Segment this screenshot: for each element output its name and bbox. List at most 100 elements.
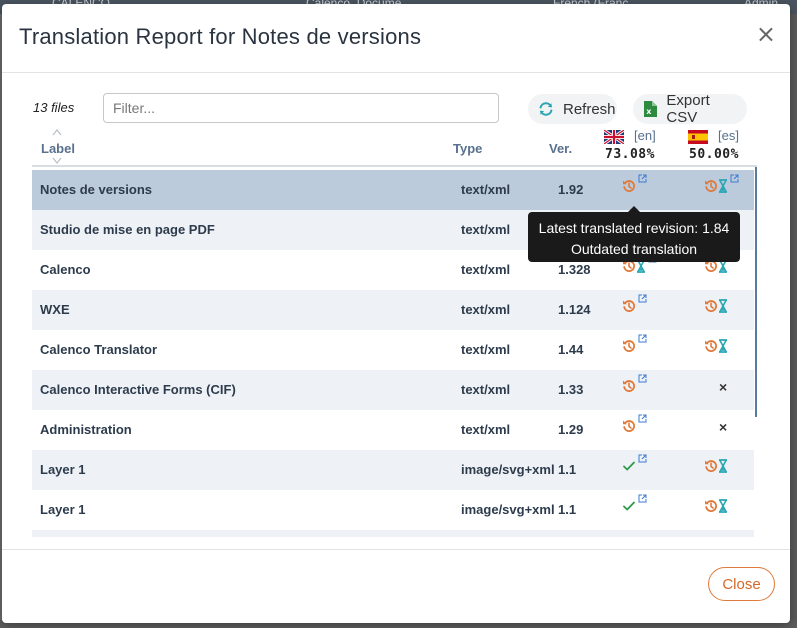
row-version: 1.44: [558, 342, 584, 357]
external-link-icon[interactable]: [638, 414, 647, 423]
history-icon[interactable]: [622, 299, 636, 313]
history-icon[interactable]: [704, 179, 718, 193]
hourglass-icon[interactable]: [718, 179, 728, 193]
table-row[interactable]: WXE text/xml 1.124: [32, 290, 754, 330]
table-row[interactable]: Calenco Interactive Forms (CIF) text/xml 1…: [32, 370, 754, 410]
row-status-es: [704, 174, 744, 201]
spain-flag-icon: [688, 130, 708, 144]
row-version: 1.29: [558, 422, 584, 437]
modal-title: Translation Report for Notes de versions: [19, 24, 422, 49]
row-status-en: [622, 374, 662, 401]
table-row[interactable]: Layer 1 image/svg+xml 1.1: [32, 450, 754, 490]
row-version: 1.124: [558, 302, 591, 317]
hourglass-icon[interactable]: [718, 339, 728, 353]
row-status-en: [622, 254, 662, 281]
history-icon[interactable]: [704, 499, 718, 513]
row-type: text/xml: [461, 222, 511, 237]
row-version: 1.92: [558, 182, 584, 197]
hourglass-icon[interactable]: [718, 459, 728, 473]
modal-header: Translation Report for Notes de versions…: [2, 4, 790, 73]
language-percent-en: 73.08%: [605, 147, 655, 162]
row-label: Notes de versions: [40, 182, 152, 197]
translation-tooltip: Latest translated revision: 1.84 Outdate…: [528, 206, 740, 262]
svg-text:x: x: [646, 107, 652, 116]
table-row[interactable]: Layer 1 image/svg+xml 1.1: [32, 490, 754, 530]
row-type: image/svg+xml: [461, 502, 555, 517]
history-icon[interactable]: [622, 379, 636, 393]
history-icon[interactable]: [622, 179, 636, 193]
hourglass-icon[interactable]: [718, 299, 728, 313]
row-label: Layer 1: [40, 462, 86, 477]
close-icon[interactable]: ×: [756, 22, 776, 46]
refresh-label: Refresh: [563, 100, 616, 118]
table-row[interactable]: Administration text/xml 1.29 ×: [32, 410, 754, 450]
row-type: text/xml: [461, 182, 511, 197]
export-csv-button[interactable]: x Export CSV: [633, 92, 747, 126]
row-label: Administration: [40, 422, 132, 437]
external-link-icon[interactable]: [638, 454, 647, 463]
tooltip-status: Outdated translation: [570, 241, 698, 257]
row-status-es: [704, 459, 744, 481]
history-icon[interactable]: [704, 299, 718, 313]
row-status-en: [622, 494, 662, 521]
row-status-es: [704, 339, 744, 361]
uk-flag-icon: [604, 130, 624, 144]
external-link-icon[interactable]: [638, 174, 647, 183]
row-label: Calenco Interactive Forms (CIF): [40, 382, 236, 397]
missing-icon: ×: [719, 379, 728, 395]
row-status-es: ×: [704, 419, 744, 441]
row-type: text/xml: [461, 302, 511, 317]
history-icon[interactable]: [622, 339, 636, 353]
language-code-en: [en]: [634, 128, 656, 143]
history-icon[interactable]: [704, 339, 718, 353]
row-status-en: [622, 414, 662, 441]
row-label: Layer 1: [40, 502, 86, 517]
external-link-icon[interactable]: [730, 174, 739, 183]
column-header-label[interactable]: Label: [41, 141, 75, 156]
row-type: text/xml: [461, 382, 511, 397]
row-status-en: [622, 294, 662, 321]
row-status-en: [622, 334, 662, 361]
background-right-edge: [789, 14, 797, 628]
close-button[interactable]: Close: [708, 567, 775, 601]
files-count: 13 files: [33, 100, 75, 115]
row-version: 1.33: [558, 382, 584, 397]
external-link-icon[interactable]: [638, 494, 647, 503]
table-row[interactable]: [32, 530, 754, 537]
row-type: text/xml: [461, 262, 511, 277]
row-type: text/xml: [461, 422, 511, 437]
column-header-version[interactable]: Ver.: [549, 141, 572, 156]
export-label: Export CSV: [666, 92, 710, 126]
modal-footer: Close: [2, 549, 790, 619]
row-type: text/xml: [461, 342, 511, 357]
history-icon[interactable]: [622, 419, 636, 433]
external-link-icon[interactable]: [638, 334, 647, 343]
table-scrollbar[interactable]: [755, 167, 757, 417]
row-label: Calenco: [40, 262, 91, 277]
column-header-type[interactable]: Type: [453, 141, 482, 156]
row-status-es: [704, 259, 744, 281]
refresh-button[interactable]: Refresh: [528, 94, 617, 124]
missing-icon: ×: [719, 419, 728, 435]
row-version: 1.328: [558, 262, 591, 277]
hourglass-icon[interactable]: [718, 499, 728, 513]
sort-up-icon[interactable]: [52, 128, 62, 136]
sort-down-icon[interactable]: [52, 157, 62, 165]
history-icon[interactable]: [704, 459, 718, 473]
refresh-icon: [538, 101, 554, 117]
external-link-icon[interactable]: [638, 374, 647, 383]
row-version: 1.1: [558, 502, 577, 517]
row-type: image/svg+xml: [461, 462, 555, 477]
row-version: 1.1: [558, 462, 577, 477]
row-label: Calenco Translator: [40, 342, 158, 357]
row-status-es: [704, 499, 744, 521]
external-link-icon[interactable]: [638, 294, 647, 303]
check-icon[interactable]: [622, 459, 636, 473]
table-row[interactable]: Notes de versions text/xml 1.92: [32, 170, 754, 210]
language-percent-es: 50.00%: [689, 147, 739, 162]
table-row[interactable]: Calenco Translator text/xml 1.44: [32, 330, 754, 370]
filter-input[interactable]: [103, 93, 499, 123]
check-icon[interactable]: [622, 499, 636, 513]
language-code-es: [es]: [718, 128, 739, 143]
tooltip-revision: Latest translated revision: 1.84: [538, 220, 730, 236]
